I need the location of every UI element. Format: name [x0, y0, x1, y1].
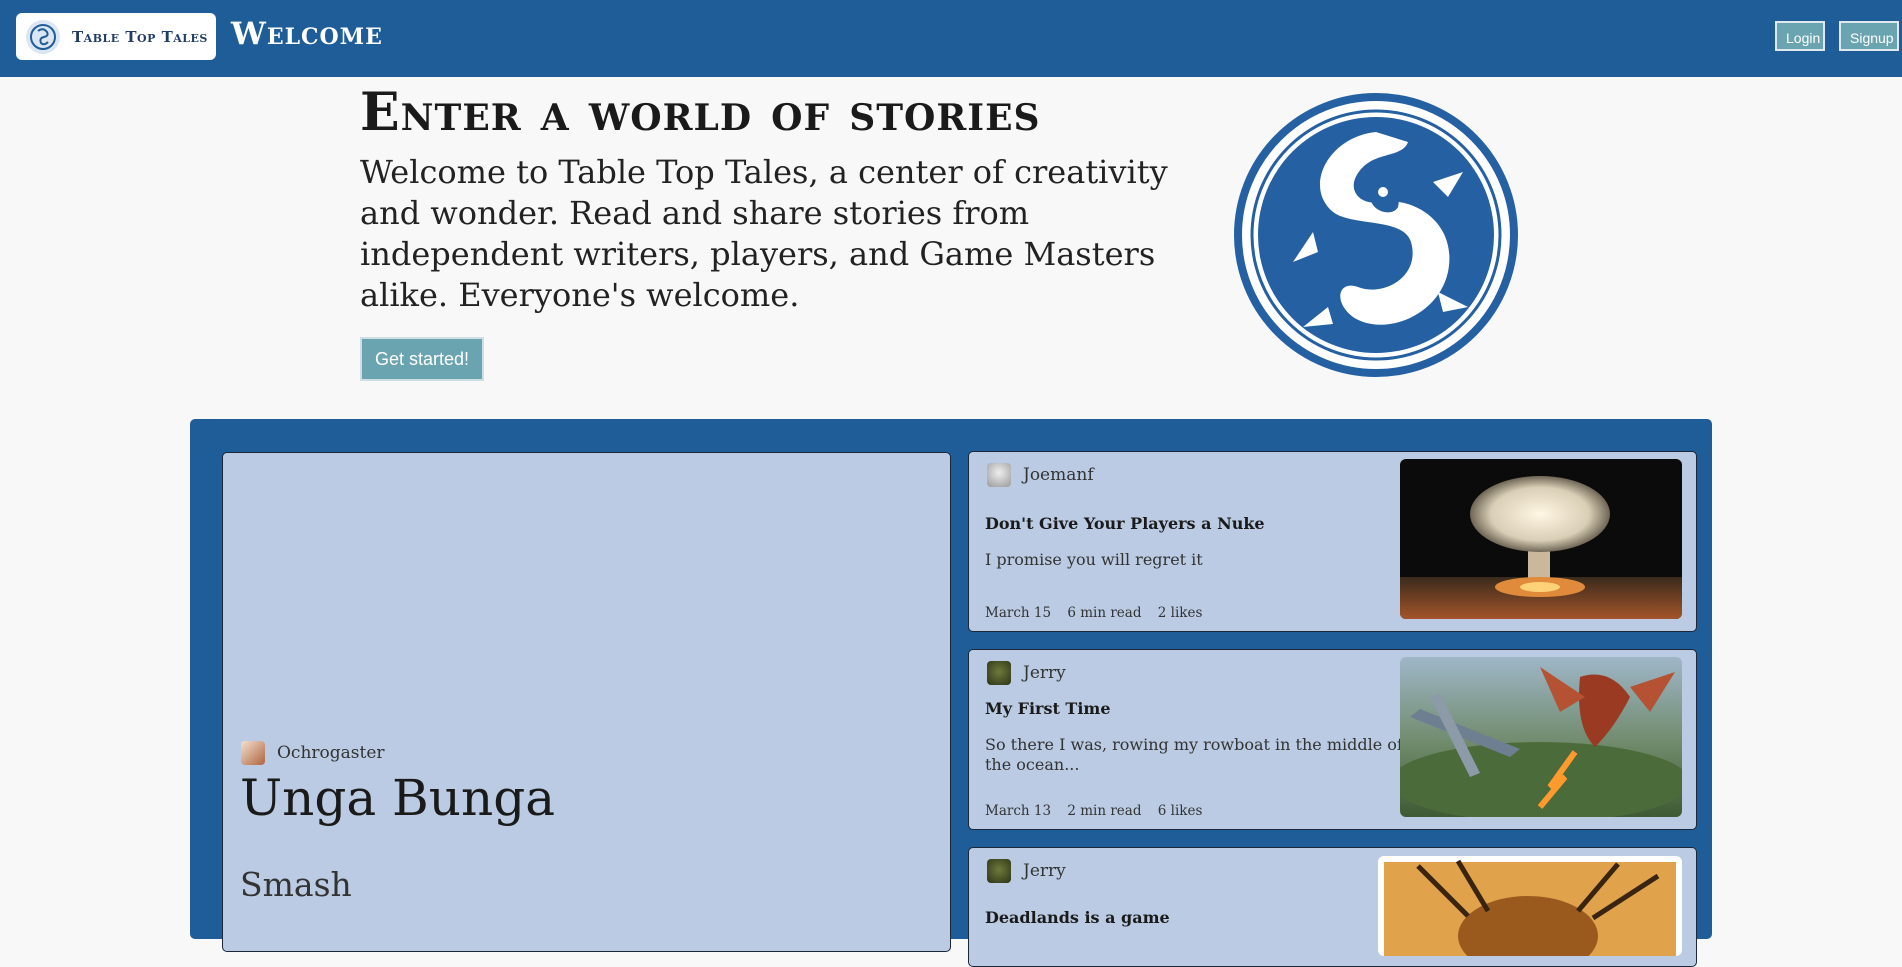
mushroom-cloud-image [1400, 459, 1682, 619]
story-meta: March 15 6 min read 2 likes [985, 605, 1214, 621]
author-name: Ochrogaster [277, 743, 385, 763]
avatar [987, 859, 1011, 883]
story-likes: 6 likes [1157, 803, 1203, 819]
dragon-vs-biplane-image [1400, 657, 1682, 817]
story-date: March 15 [985, 605, 1052, 621]
giant-spider-image [1378, 856, 1682, 956]
featured-title[interactable]: Unga Bunga [240, 769, 555, 827]
story-read-time: 2 min read [1067, 803, 1142, 819]
story-author[interactable]: Jerry [987, 661, 1066, 685]
avatar [987, 661, 1011, 685]
brand-name: Table Top Tales [72, 27, 208, 46]
author-name: Joemanf [1023, 465, 1094, 485]
avatar [987, 463, 1011, 487]
author-name: Jerry [1023, 861, 1066, 881]
story-date: March 13 [985, 803, 1052, 819]
story-title[interactable]: My First Time [985, 699, 1111, 718]
dragon-logo-icon [26, 19, 60, 54]
story-title[interactable]: Don't Give Your Players a Nuke [985, 514, 1265, 533]
brand-link[interactable]: Table Top Tales [16, 13, 216, 60]
story-card[interactable]: Joemanf Don't Give Your Players a Nuke I… [968, 451, 1697, 632]
story-description: I promise you will regret it [985, 550, 1203, 569]
story-card[interactable]: Jerry Deadlands is a game [968, 847, 1697, 967]
hero-title: Enter a world of stories [360, 82, 1041, 143]
featured-story-card[interactable]: Ochrogaster Unga Bunga Smash [222, 452, 951, 952]
story-meta: March 13 2 min read 6 likes [985, 803, 1214, 819]
story-card[interactable]: Jerry My First Time So there I was, rowi… [968, 649, 1697, 830]
featured-subtitle: Smash [240, 865, 352, 904]
story-likes: 2 likes [1157, 605, 1203, 621]
hero-description: Welcome to Table Top Tales, a center of … [360, 153, 1168, 314]
get-started-button[interactable]: Get started! [360, 337, 484, 381]
story-read-time: 6 min read [1067, 605, 1142, 621]
page-title: Welcome [231, 16, 383, 52]
dragon-emblem-icon [1233, 92, 1519, 378]
story-author[interactable]: Jerry [987, 859, 1066, 883]
avatar [241, 741, 265, 765]
story-description: So there I was, rowing my rowboat in the… [985, 735, 1403, 774]
author-name: Jerry [1023, 663, 1066, 683]
top-navbar: Table Top Tales Welcome Login Signup [0, 0, 1902, 77]
featured-author[interactable]: Ochrogaster [241, 741, 385, 765]
story-author[interactable]: Joemanf [987, 463, 1094, 487]
signup-button[interactable]: Signup [1839, 21, 1899, 51]
story-title[interactable]: Deadlands is a game [985, 908, 1170, 927]
login-button[interactable]: Login [1775, 21, 1825, 51]
